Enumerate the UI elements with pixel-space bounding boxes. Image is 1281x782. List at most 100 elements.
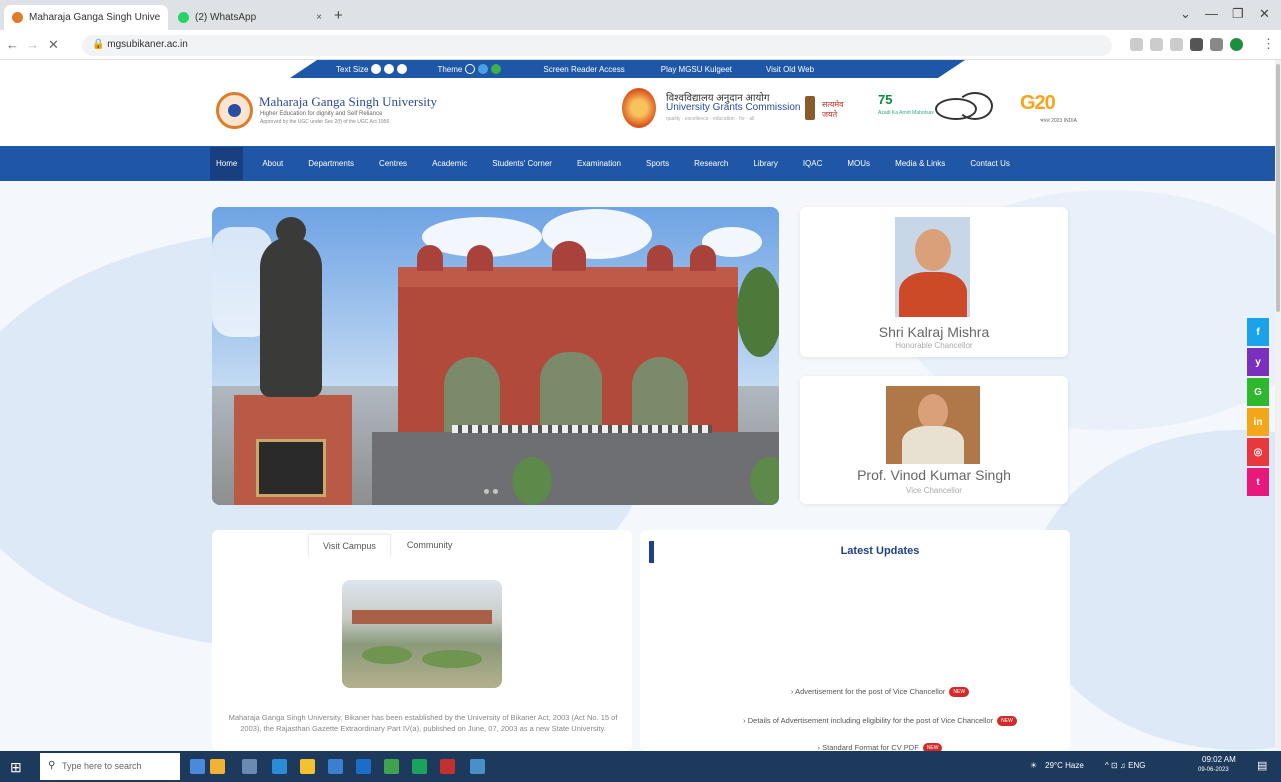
linkedin-icon[interactable]: in <box>1247 408 1269 436</box>
play-kulgeet-link[interactable]: Play MGSU Kulgeet <box>661 65 732 74</box>
ashoka-emblem-icon <box>805 96 815 120</box>
site-header: Maharaja Ganga Singh University Higher E… <box>0 78 1281 146</box>
campus-image <box>342 580 502 688</box>
translate-icon[interactable] <box>1130 38 1143 51</box>
google-icon[interactable]: G <box>1247 378 1269 406</box>
sidebar-icon[interactable] <box>1210 38 1223 51</box>
tab-whatsapp[interactable]: (2) WhatsApp × <box>170 5 330 30</box>
nav-academic[interactable]: Academic <box>426 147 473 180</box>
browser-window: Maharaja Ganga Singh University × (2) Wh… <box>0 0 1281 782</box>
new-tab-button[interactable]: + <box>334 7 343 24</box>
system-tray[interactable]: ^ ⊡ ♫ ENG <box>1105 761 1145 770</box>
nav-mous[interactable]: MOUs <box>841 147 876 180</box>
notifications-icon[interactable]: ▤ <box>1257 759 1267 772</box>
update-item[interactable]: › Advertisement for the post of Vice Cha… <box>640 687 1120 698</box>
chancellor-card[interactable]: Shri Kalraj Mishra Honorable Chancellor <box>800 207 1068 357</box>
update-link[interactable]: Details of Advertisement including eligi… <box>748 716 993 725</box>
nav-examination[interactable]: Examination <box>571 147 627 180</box>
hero-slider[interactable] <box>212 207 779 505</box>
profile-avatar-icon[interactable] <box>1230 38 1243 51</box>
stop-button[interactable]: ✕ <box>48 37 59 53</box>
ugc-emblem-icon <box>622 88 656 128</box>
nav-sports[interactable]: Sports <box>640 147 675 180</box>
text-size-small-button[interactable] <box>371 64 382 74</box>
nav-iqac[interactable]: IQAC <box>797 147 829 180</box>
close-window-button[interactable]: ✕ <box>1259 6 1270 22</box>
nav-contact-us[interactable]: Contact Us <box>964 147 1016 180</box>
nav-media-links[interactable]: Media & Links <box>889 147 951 180</box>
text-size-label: Text Size <box>336 64 369 74</box>
facebook-icon[interactable]: f <box>1247 318 1269 346</box>
theme-blue-button[interactable] <box>465 64 476 74</box>
whatsapp-favicon-icon <box>178 12 189 23</box>
maximize-button[interactable]: ❐ <box>1232 6 1244 22</box>
taskbar-app-icon[interactable] <box>440 759 455 774</box>
tab-search-icon[interactable]: ⌄ <box>1180 6 1191 22</box>
new-badge: NEW <box>949 687 970 698</box>
store-icon[interactable] <box>328 759 343 774</box>
text-size-control[interactable]: Text Size <box>336 64 408 74</box>
edge-icon[interactable] <box>272 759 287 774</box>
clock-date[interactable]: 09-06-2023 <box>1198 767 1229 773</box>
forward-button[interactable]: → <box>26 37 39 52</box>
nav-home[interactable]: Home <box>210 147 244 180</box>
slider-dot[interactable] <box>484 489 489 494</box>
swachh-bharat-arc-icon <box>957 92 993 120</box>
weather-icon[interactable]: ☀ <box>1030 761 1037 770</box>
gate-arch <box>632 357 688 432</box>
taskbar-app-icon[interactable] <box>470 759 485 774</box>
text-size-medium-button[interactable] <box>384 64 395 74</box>
tab-visit-campus[interactable]: Visit Campus <box>308 534 391 557</box>
close-tab-icon[interactable]: × <box>316 12 322 23</box>
menu-icon[interactable]: ⋮ <box>1262 36 1275 52</box>
theme-control[interactable]: Theme <box>437 64 502 74</box>
slider-dots[interactable] <box>484 489 498 494</box>
clock-time[interactable]: 09:02 AM <box>1202 755 1236 764</box>
url-input[interactable]: 🔒 mgsubikaner.ac.in <box>82 35 1112 56</box>
taskbar-app-icon[interactable] <box>210 759 225 774</box>
weather-text[interactable]: 29°C Haze <box>1045 761 1084 770</box>
tab-mgsu[interactable]: Maharaja Ganga Singh University × <box>4 5 168 30</box>
gate-dome <box>417 245 443 271</box>
university-logo[interactable] <box>216 92 253 129</box>
old-web-link[interactable]: Visit Old Web <box>766 65 814 74</box>
windows-taskbar: ⊞ Type here to search ⚲ ☀ 29°C Haze ^ ⊡ … <box>0 751 1281 782</box>
update-link[interactable]: Advertisement for the post of Vice Chanc… <box>795 687 945 696</box>
scrollbar-thumb[interactable] <box>1276 64 1280 312</box>
nav-departments[interactable]: Departments <box>302 147 360 180</box>
nav-students-corner[interactable]: Students' Corner <box>486 147 558 180</box>
nav-library[interactable]: Library <box>747 147 783 180</box>
update-item[interactable]: › Details of Advertisement including eli… <box>640 716 1120 727</box>
latest-updates-title: Latest Updates <box>840 545 920 557</box>
twitter-icon[interactable]: y <box>1247 348 1269 376</box>
vice-chancellor-card[interactable]: Prof. Vinod Kumar Singh Vice Chancellor <box>800 376 1068 504</box>
share-icon[interactable] <box>1150 38 1163 51</box>
nav-centres[interactable]: Centres <box>373 147 413 180</box>
campus-lawn <box>362 646 412 664</box>
whatsapp-icon[interactable] <box>412 759 427 774</box>
chrome-icon[interactable] <box>384 759 399 774</box>
minimize-button[interactable]: — <box>1205 6 1218 21</box>
mail-icon[interactable] <box>356 759 371 774</box>
nav-about[interactable]: About <box>256 147 289 180</box>
extensions-icon[interactable] <box>1190 38 1203 51</box>
taskbar-search-input[interactable]: Type here to search <box>40 753 180 780</box>
file-explorer-icon[interactable] <box>300 759 315 774</box>
theme-green-button[interactable] <box>491 64 502 74</box>
task-view-icon[interactable] <box>242 759 257 774</box>
screen-reader-link[interactable]: Screen Reader Access <box>543 65 624 74</box>
tab-community[interactable]: Community <box>393 534 467 557</box>
taskbar-app-icon[interactable] <box>190 759 205 774</box>
text-size-large-button[interactable] <box>397 64 408 74</box>
address-bar-row: ← → ✕ 🔒 mgsubikaner.ac.in ⋮ <box>0 30 1281 60</box>
university-favicon-icon <box>12 12 23 23</box>
instagram-icon[interactable]: ◎ <box>1247 438 1269 466</box>
nav-research[interactable]: Research <box>688 147 734 180</box>
windows-start-icon[interactable]: ⊞ <box>10 759 22 776</box>
university-name[interactable]: Maharaja Ganga Singh University <box>259 94 437 110</box>
back-button[interactable]: ← <box>6 37 19 52</box>
slider-dot[interactable] <box>493 489 498 494</box>
theme-light-button[interactable] <box>478 64 489 74</box>
tumblr-icon[interactable]: t <box>1247 468 1269 496</box>
bookmark-star-icon[interactable] <box>1170 38 1183 51</box>
